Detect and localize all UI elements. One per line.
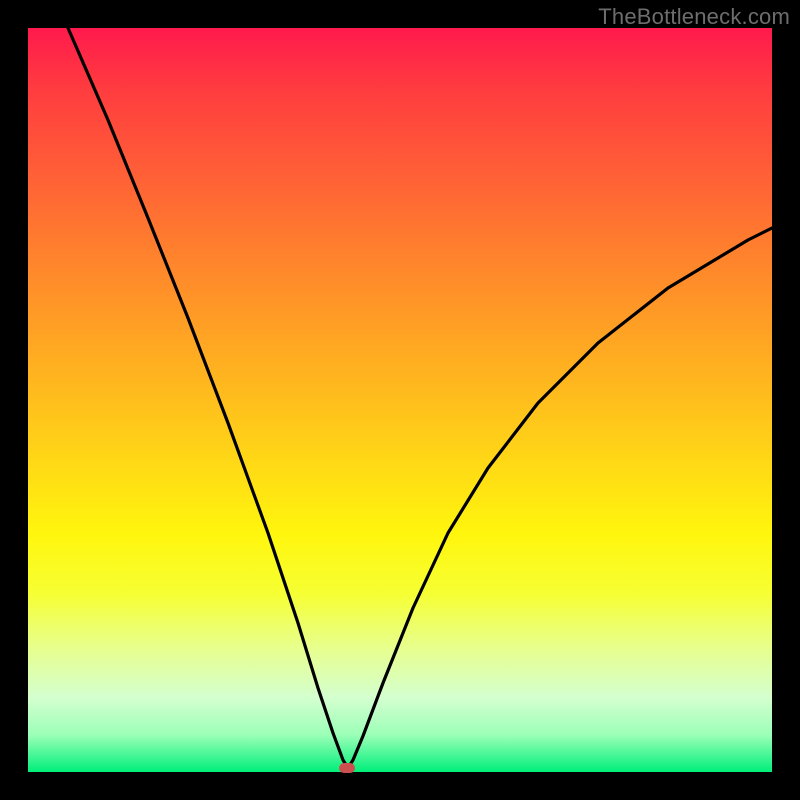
- plot-area: [28, 28, 772, 772]
- chart-frame: TheBottleneck.com: [0, 0, 800, 800]
- watermark-text: TheBottleneck.com: [598, 4, 790, 30]
- bottleneck-curve: [28, 28, 772, 772]
- optimal-point-marker: [339, 763, 355, 773]
